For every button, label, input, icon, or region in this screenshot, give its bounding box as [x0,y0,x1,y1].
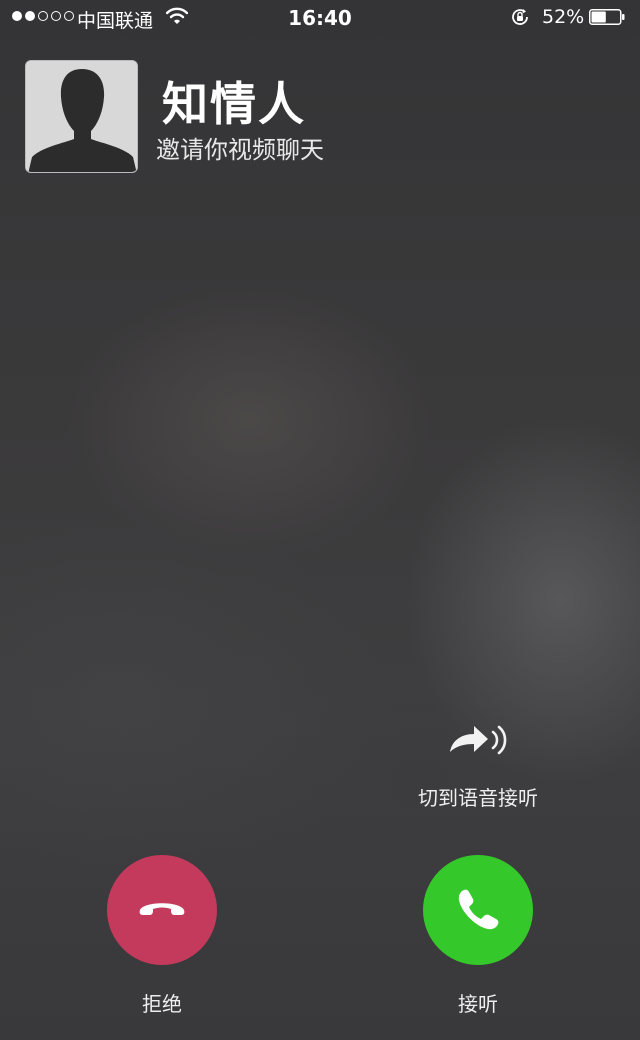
rotation-lock-icon [512,9,528,25]
person-silhouette-icon [26,61,137,172]
battery-icon [589,9,625,25]
caller-name: 知情人 [162,77,306,131]
switch-to-voice-icon[interactable] [446,720,508,760]
accept-label: 接听 [458,992,498,1016]
call-type-subtitle: 邀请你视频聊天 [156,136,324,164]
switch-to-voice-button[interactable]: 切到语音接听 [398,782,558,811]
accept-button[interactable] [423,855,533,965]
decline-label: 拒绝 [142,992,182,1016]
status-bar: 中国联通 16:40 52% [0,0,640,36]
battery-percentage: 52% [542,6,585,28]
phone-handset-icon [458,889,499,930]
decline-button[interactable] [107,855,217,965]
caller-avatar [25,60,138,173]
phone-hangup-icon [139,903,185,915]
